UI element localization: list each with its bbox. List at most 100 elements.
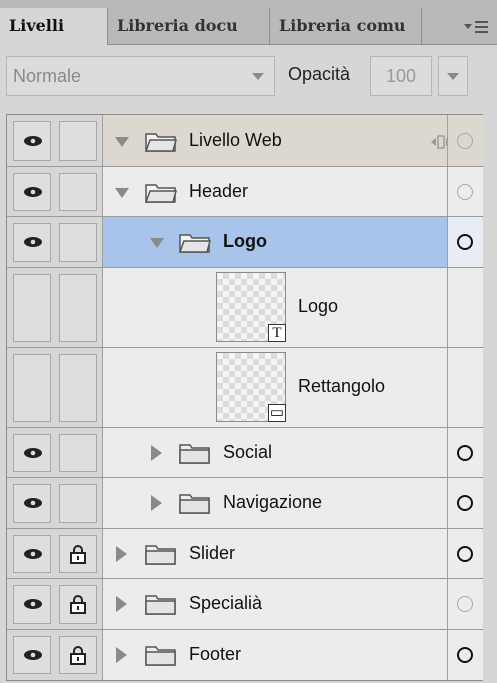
layer-thumbnail: T xyxy=(216,272,286,342)
lock-toggle[interactable] xyxy=(59,585,97,624)
layer-row-footer[interactable]: Footer xyxy=(7,630,483,680)
visibility-circle-cell[interactable] xyxy=(447,115,483,166)
layer-name: Header xyxy=(189,181,249,201)
lock-toggle[interactable] xyxy=(59,636,97,674)
expand-triangle-icon[interactable] xyxy=(116,546,127,562)
layer-main-cell[interactable]: Logo xyxy=(102,217,448,267)
lock-toggle[interactable] xyxy=(59,173,97,211)
layer-main-cell[interactable]: T Logo xyxy=(102,268,448,347)
visibility-circle-icon xyxy=(457,184,473,200)
visibility-circle-cell[interactable] xyxy=(447,167,483,216)
folder-icon xyxy=(179,234,211,253)
visibility-circle-cell[interactable] xyxy=(447,217,483,267)
lock-toggle[interactable] xyxy=(59,434,97,472)
visibility-circle-cell[interactable] xyxy=(447,579,483,629)
visibility-toggle[interactable] xyxy=(13,434,51,472)
blend-mode-select[interactable]: Normale xyxy=(6,56,275,96)
eye-icon xyxy=(24,498,42,508)
layer-main-cell[interactable]: Header xyxy=(102,167,448,216)
visibility-toggle[interactable] xyxy=(13,223,51,262)
expand-triangle-icon[interactable] xyxy=(151,445,162,461)
visibility-circle-cell[interactable] xyxy=(447,428,483,477)
visibility-toggle[interactable] xyxy=(13,274,51,342)
lock-toggle[interactable] xyxy=(59,535,97,573)
visibility-circle-cell[interactable] xyxy=(447,529,483,578)
panel-tab-bar: Livelli Libreria docu Libreria comu xyxy=(0,0,497,45)
layer-row-navigazione[interactable]: Navigazione xyxy=(7,478,483,529)
expand-triangle-icon[interactable] xyxy=(116,647,127,663)
lock-toggle[interactable] xyxy=(59,484,97,523)
layer-row-logo-group[interactable]: Logo xyxy=(7,217,483,268)
visibility-circle-cell[interactable] xyxy=(447,630,483,680)
collapse-triangle-icon[interactable] xyxy=(115,188,129,198)
layer-main-cell[interactable]: Footer xyxy=(102,630,448,680)
eye-icon xyxy=(24,448,42,458)
text-layer-icon: T xyxy=(268,324,286,342)
opacity-dropdown-button[interactable] xyxy=(438,56,468,96)
layer-name: Slider xyxy=(189,543,236,563)
layer-name: Navigazione xyxy=(223,492,323,512)
collapse-triangle-icon[interactable] xyxy=(150,238,164,248)
folder-icon xyxy=(145,133,177,152)
layers-panel: Livelli Libreria docu Libreria comu Norm… xyxy=(0,0,497,683)
eye-icon xyxy=(24,136,42,146)
tab-livelli[interactable]: Livelli xyxy=(0,8,108,45)
layer-row-header[interactable]: Header xyxy=(7,167,483,217)
visibility-circle-cell[interactable] xyxy=(447,348,483,427)
lock-icon xyxy=(70,595,86,614)
layer-main-cell[interactable]: Social xyxy=(102,428,448,477)
visibility-circle-icon xyxy=(457,445,473,461)
layer-list: Livello Web Header Logo T Logo ▭ Rettang… xyxy=(6,114,483,681)
layer-row-specialia[interactable]: Specialià xyxy=(7,579,483,630)
layer-row-logo-text[interactable]: T Logo xyxy=(7,268,483,348)
visibility-circle-icon xyxy=(457,647,473,663)
lock-toggle[interactable] xyxy=(59,274,97,342)
visibility-circle-icon xyxy=(457,495,473,511)
tab-libreria-documento[interactable]: Libreria docu xyxy=(108,8,270,44)
lock-toggle[interactable] xyxy=(59,354,97,422)
layer-name: Specialià xyxy=(189,593,263,613)
expand-triangle-icon[interactable] xyxy=(116,596,127,612)
layer-main-cell[interactable]: Navigazione xyxy=(102,478,448,528)
visibility-toggle[interactable] xyxy=(13,121,51,161)
layer-main-cell[interactable]: Livello Web xyxy=(102,115,451,166)
expand-triangle-icon[interactable] xyxy=(151,495,162,511)
eye-icon xyxy=(24,187,42,197)
folder-icon xyxy=(179,444,210,464)
collapse-triangle-icon[interactable] xyxy=(115,137,129,147)
lock-toggle[interactable] xyxy=(59,223,97,262)
folder-icon xyxy=(145,184,177,203)
opacity-input[interactable]: 100 xyxy=(370,56,432,96)
layer-row-slider[interactable]: Slider xyxy=(7,529,483,579)
visibility-toggle[interactable] xyxy=(13,484,51,523)
eye-icon xyxy=(24,599,42,609)
visibility-toggle[interactable] xyxy=(13,354,51,422)
layer-name: Rettangolo xyxy=(298,376,386,396)
lock-toggle[interactable] xyxy=(59,121,97,161)
shape-layer-icon: ▭ xyxy=(268,404,286,422)
layer-main-cell[interactable]: Specialià xyxy=(102,579,448,629)
layer-name: Livello Web xyxy=(189,130,282,150)
tab-libreria-comune[interactable]: Libreria comu xyxy=(270,8,422,44)
layer-name: Footer xyxy=(189,644,242,664)
visibility-circle-cell[interactable] xyxy=(447,478,483,528)
visibility-toggle[interactable] xyxy=(13,535,51,573)
layer-row-rettangolo[interactable]: ▭ Rettangolo xyxy=(7,348,483,428)
layer-main-cell[interactable]: Slider xyxy=(102,529,448,578)
visibility-toggle[interactable] xyxy=(13,585,51,624)
folder-icon xyxy=(179,494,210,514)
visibility-toggle[interactable] xyxy=(13,636,51,674)
folder-icon xyxy=(145,545,176,565)
visibility-toggle[interactable] xyxy=(13,173,51,211)
layer-name: Logo xyxy=(223,231,267,251)
layer-row-livello-web[interactable]: Livello Web xyxy=(7,115,483,167)
layer-main-cell[interactable]: ▭ Rettangolo xyxy=(102,348,448,427)
layer-row-social[interactable]: Social xyxy=(7,428,483,478)
eye-icon xyxy=(24,549,42,559)
visibility-circle-cell[interactable] xyxy=(447,268,483,347)
visibility-circle-icon xyxy=(457,546,473,562)
opacity-label: Opacità xyxy=(288,64,351,84)
eye-icon xyxy=(24,237,42,247)
visibility-circle-icon xyxy=(457,596,473,612)
panel-menu-icon[interactable] xyxy=(462,18,490,36)
